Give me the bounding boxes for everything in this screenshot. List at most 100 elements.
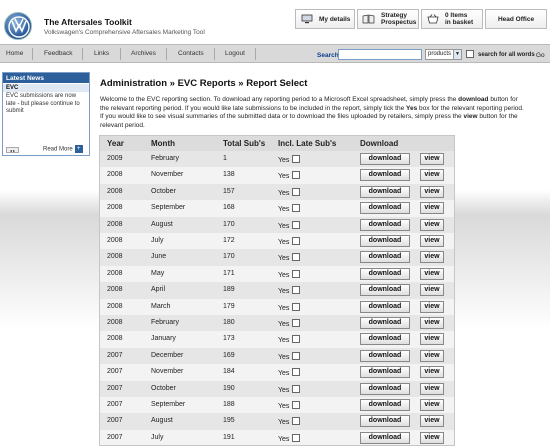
nav-links[interactable]: Links <box>94 50 109 57</box>
basket-count: 0 Items <box>445 12 468 19</box>
download-button[interactable]: download <box>360 153 410 165</box>
view-button[interactable]: view <box>420 317 444 329</box>
latest-news-panel: Latest News EVC EVC submissions are now … <box>2 72 90 156</box>
include-late-checkbox[interactable] <box>292 220 301 229</box>
table-row: 2008 October 157 Yes download view <box>100 183 454 201</box>
late-subs-option: Yes <box>278 237 301 246</box>
cell-total: 170 <box>223 253 235 261</box>
intro-text: Welcome to the EVC reporting section. To… <box>100 96 524 130</box>
view-button[interactable]: view <box>420 251 444 264</box>
download-button[interactable]: download <box>360 382 410 395</box>
yes-label: Yes <box>278 370 290 378</box>
late-subs-option: Yes <box>278 220 301 230</box>
include-late-checkbox[interactable] <box>292 401 301 409</box>
download-button[interactable]: download <box>360 333 410 346</box>
view-button[interactable]: view <box>420 382 444 395</box>
cell-year: 2008 <box>107 269 123 277</box>
download-button[interactable]: download <box>360 185 410 198</box>
late-subs-option: Yes <box>278 253 301 262</box>
late-subs-option: Yes <box>278 269 301 279</box>
download-button[interactable]: download <box>360 202 410 215</box>
view-button[interactable]: view <box>420 169 444 182</box>
include-late-checkbox[interactable] <box>292 237 301 245</box>
cell-total: 184 <box>223 368 235 376</box>
download-button[interactable]: download <box>360 415 410 428</box>
strategy-prospectus-button[interactable]: Strategy Prospectus <box>357 9 419 29</box>
include-late-checkbox[interactable] <box>292 368 301 377</box>
search-go-button[interactable]: Go <box>536 52 545 59</box>
search-scope-select[interactable]: products ▼ <box>425 49 462 60</box>
nav-archives[interactable]: Archives <box>131 50 156 57</box>
include-late-checkbox[interactable] <box>292 335 301 344</box>
cell-total: 180 <box>223 319 235 326</box>
cell-month: February <box>151 319 180 326</box>
include-late-checkbox[interactable] <box>292 351 301 360</box>
view-button[interactable]: view <box>420 218 444 231</box>
news-nav-arrows[interactable]: ◂ ▸ <box>6 147 19 153</box>
cell-month: February <box>151 155 180 162</box>
include-late-checkbox[interactable] <box>292 155 301 163</box>
nav-feedback[interactable]: Feedback <box>44 50 73 57</box>
include-late-checkbox[interactable] <box>292 187 301 196</box>
view-button[interactable]: view <box>420 235 444 247</box>
yes-label: Yes <box>278 419 290 427</box>
download-button[interactable]: download <box>360 235 410 247</box>
nav-logout[interactable]: Logout <box>225 50 245 57</box>
head-office-button[interactable]: Head Office <box>485 9 547 29</box>
search-all-words-label: search for all words <box>478 52 535 58</box>
search-all-words-checkbox[interactable] <box>466 50 474 58</box>
vw-logo[interactable] <box>4 12 32 40</box>
download-button[interactable]: download <box>360 317 410 329</box>
include-late-checkbox[interactable] <box>292 204 301 213</box>
news-item-title: EVC <box>3 84 89 92</box>
download-button[interactable]: download <box>360 218 410 231</box>
yes-label: Yes <box>278 239 290 246</box>
download-button[interactable]: download <box>360 366 410 379</box>
download-button[interactable]: download <box>360 284 410 297</box>
yes-label: Yes <box>278 157 290 164</box>
read-more-link[interactable]: Read More + <box>43 145 83 153</box>
include-late-checkbox[interactable] <box>292 302 301 311</box>
view-button[interactable]: view <box>420 333 444 346</box>
search-input[interactable] <box>338 49 422 60</box>
view-button[interactable]: view <box>420 366 444 379</box>
download-button[interactable]: download <box>360 399 410 411</box>
chevron-down-icon: ▼ <box>453 50 461 59</box>
view-button[interactable]: view <box>420 300 444 313</box>
view-button[interactable]: view <box>420 202 444 215</box>
view-button[interactable]: view <box>420 153 444 165</box>
cell-month: October <box>151 384 176 392</box>
basket-label: 0 Items in basket <box>445 12 473 26</box>
basket-button[interactable]: 0 Items in basket <box>421 9 483 29</box>
include-late-checkbox[interactable] <box>292 417 301 426</box>
cell-year: 2008 <box>107 237 123 244</box>
download-button[interactable]: download <box>360 169 410 182</box>
download-button[interactable]: download <box>360 300 410 313</box>
download-button[interactable]: download <box>360 349 410 362</box>
view-button[interactable]: view <box>420 349 444 362</box>
view-button[interactable]: view <box>420 185 444 198</box>
include-late-checkbox[interactable] <box>292 319 301 327</box>
include-late-checkbox[interactable] <box>292 384 301 393</box>
cell-month: December <box>151 351 184 359</box>
include-late-checkbox[interactable] <box>292 286 301 295</box>
include-late-checkbox[interactable] <box>292 171 301 180</box>
table-row: 2008 September 168 Yes download view <box>100 200 454 217</box>
nav-home[interactable]: Home <box>6 50 23 57</box>
yes-label: Yes <box>278 206 290 214</box>
view-button[interactable]: view <box>420 284 444 297</box>
view-button[interactable]: view <box>420 399 444 411</box>
download-button[interactable]: download <box>360 267 410 280</box>
include-late-checkbox[interactable] <box>292 433 301 442</box>
nav-contacts[interactable]: Contacts <box>178 50 204 57</box>
download-button[interactable]: download <box>360 251 410 264</box>
include-late-checkbox[interactable] <box>292 253 301 262</box>
download-button[interactable]: download <box>360 431 410 444</box>
include-late-checkbox[interactable] <box>292 269 301 278</box>
my-details-button[interactable]: My details <box>295 9 355 29</box>
view-button[interactable]: view <box>420 267 444 280</box>
view-button[interactable]: view <box>420 415 444 428</box>
cell-year: 2007 <box>107 384 123 392</box>
table-row: 2008 June 170 Yes download view <box>100 249 454 266</box>
view-button[interactable]: view <box>420 431 444 444</box>
